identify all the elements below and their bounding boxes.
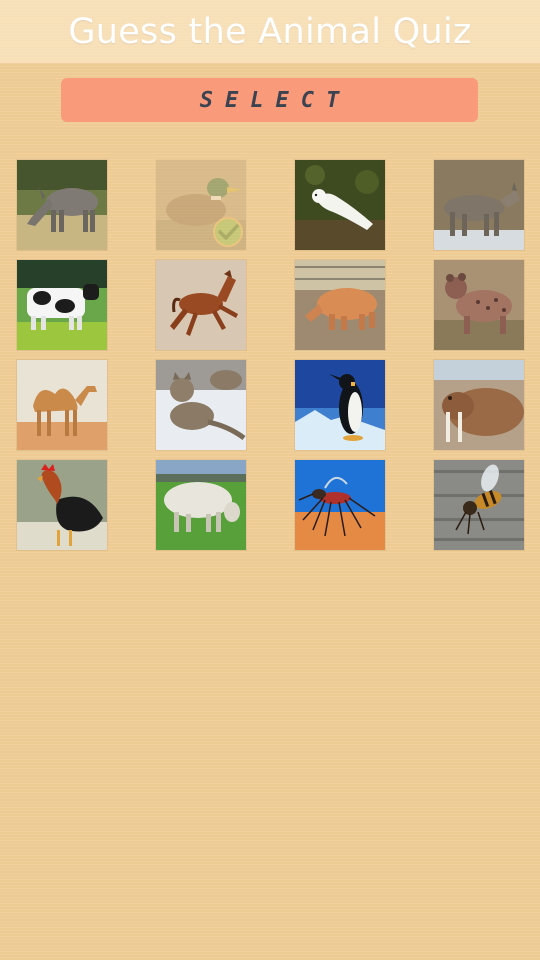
animal-tile-coyote[interactable] [434, 160, 524, 250]
animal-tile-horse[interactable] [156, 260, 246, 350]
select-button[interactable]: SELECT [61, 78, 478, 122]
animal-tile-rooster[interactable] [17, 460, 107, 550]
animal-tile-cougar[interactable] [156, 360, 246, 450]
page-title: Guess the Animal Quiz [68, 11, 472, 52]
cow-image [17, 260, 107, 350]
mosquito-image [295, 460, 385, 550]
bee-image [434, 460, 524, 550]
animal-tile-walrus[interactable] [434, 360, 524, 450]
animal-tile-camel[interactable] [17, 360, 107, 450]
animal-tile-donkey[interactable] [17, 160, 107, 250]
weasel-image [295, 160, 385, 250]
donkey-image [17, 160, 107, 250]
animal-tile-penguin[interactable] [295, 360, 385, 450]
walrus-image [434, 360, 524, 450]
app-header: Guess the Animal Quiz [0, 0, 540, 63]
animal-tile-hyena[interactable] [434, 260, 524, 350]
animal-tile-weasel[interactable] [295, 160, 385, 250]
sheep-image [156, 460, 246, 550]
animal-tile-sheep[interactable] [156, 460, 246, 550]
select-button-label: SELECT [199, 87, 352, 113]
penguin-image [295, 360, 385, 450]
coyote-image [434, 160, 524, 250]
camel-image [17, 360, 107, 450]
solved-check-icon [212, 216, 244, 248]
animal-tile-cow[interactable] [17, 260, 107, 350]
cougar-image [156, 360, 246, 450]
animal-tile-bee[interactable] [434, 460, 524, 550]
horse-image [156, 260, 246, 350]
rooster-image [17, 460, 107, 550]
pig-image [295, 260, 385, 350]
animal-tile-duck[interactable] [156, 160, 246, 250]
animal-tile-mosquito[interactable] [295, 460, 385, 550]
hyena-image [434, 260, 524, 350]
animal-tile-pig[interactable] [295, 260, 385, 350]
